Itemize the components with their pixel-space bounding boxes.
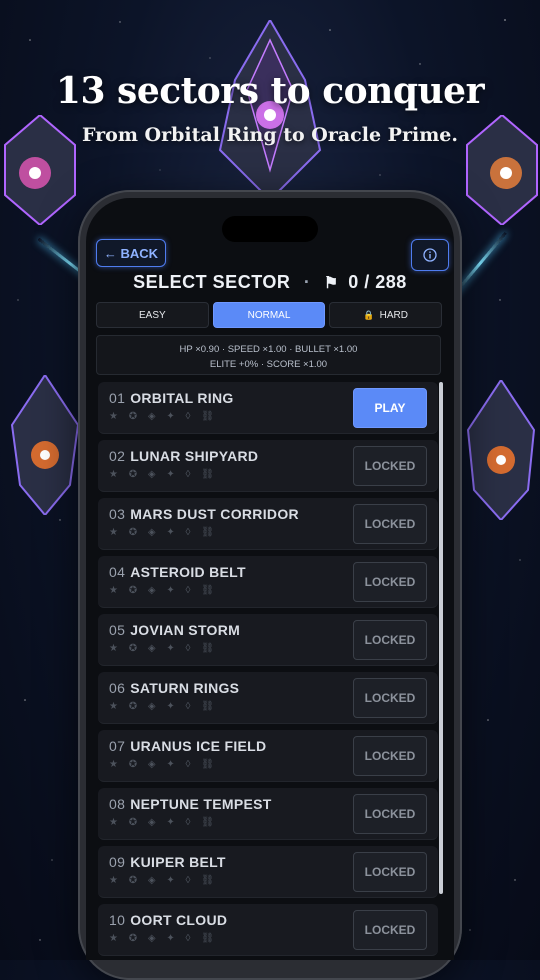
sector-row[interactable]: 04 ASTEROID BELT ★ ✪ ◈ ✦ ◊ ⛓ LOCKED	[98, 556, 438, 608]
difficulty-normal[interactable]: NORMAL	[212, 302, 326, 328]
sector-list-scrollbar[interactable]	[439, 382, 443, 894]
sector-row[interactable]: 03 MARS DUST CORRIDOR ★ ✪ ◈ ✦ ◊ ⛓ LOCKED	[98, 498, 438, 550]
sector-number: 08	[109, 796, 126, 812]
sector-name: NEPTUNE TEMPEST	[130, 796, 272, 812]
sector-row[interactable]: 05 JOVIAN STORM ★ ✪ ◈ ✦ ◊ ⛓ LOCKED	[98, 614, 438, 666]
locked-button[interactable]: LOCKED	[353, 620, 427, 660]
sector-medal-icons: ★ ✪ ◈ ✦ ◊ ⛓	[109, 411, 218, 422]
dynamic-island	[222, 216, 318, 242]
sector-number: 09	[109, 854, 126, 870]
sector-name: MARS DUST CORRIDOR	[130, 506, 299, 522]
sector-number: 05	[109, 622, 126, 638]
sector-title: 10 OORT CLOUD	[109, 912, 227, 928]
difficulty-hard[interactable]: 🔒 HARD	[329, 302, 443, 328]
difficulty-hard-label: HARD	[379, 309, 408, 321]
sector-title: 07 URANUS ICE FIELD	[109, 738, 266, 754]
info-icon	[423, 248, 437, 262]
sector-title: 06 SATURN RINGS	[109, 680, 239, 696]
sector-medal-icons: ★ ✪ ◈ ✦ ◊ ⛓	[109, 933, 218, 944]
sector-medal-icons: ★ ✪ ◈ ✦ ◊ ⛓	[109, 759, 218, 770]
sector-row[interactable]: 10 OORT CLOUD ★ ✪ ◈ ✦ ◊ ⛓ LOCKED	[98, 904, 438, 956]
locked-button[interactable]: LOCKED	[353, 678, 427, 718]
lock-icon: 🔒	[363, 309, 375, 320]
ship-mid-left	[10, 375, 80, 515]
modifiers-line-2: ELITE +0% · SCORE ×1.00	[209, 359, 328, 370]
difficulty-modifiers: HP ×0.90 · SPEED ×1.00 · BULLET ×1.00 EL…	[96, 335, 441, 375]
sector-medal-icons: ★ ✪ ◈ ✦ ◊ ⛓	[109, 643, 218, 654]
sector-name: KUIPER BELT	[130, 854, 226, 870]
sector-title: 03 MARS DUST CORRIDOR	[109, 506, 299, 522]
sector-row[interactable]: 06 SATURN RINGS ★ ✪ ◈ ✦ ◊ ⛓ LOCKED	[98, 672, 438, 724]
sector-row[interactable]: 01 ORBITAL RING ★ ✪ ◈ ✦ ◊ ⛓ PLAY	[98, 382, 438, 434]
locked-button[interactable]: LOCKED	[353, 852, 427, 892]
sector-title: 05 JOVIAN STORM	[109, 622, 240, 638]
sector-row[interactable]: 08 NEPTUNE TEMPEST ★ ✪ ◈ ✦ ◊ ⛓ LOCKED	[98, 788, 438, 840]
back-button[interactable]: ← BACK	[96, 239, 166, 267]
sector-title: 01 ORBITAL RING	[109, 390, 234, 406]
locked-button[interactable]: LOCKED	[353, 446, 427, 486]
sector-title: 04 ASTEROID BELT	[109, 564, 246, 580]
sector-name: ASTEROID BELT	[130, 564, 246, 580]
locked-button[interactable]: LOCKED	[353, 562, 427, 602]
sector-row[interactable]: 09 KUIPER BELT ★ ✪ ◈ ✦ ◊ ⛓ LOCKED	[98, 846, 438, 898]
promo-headline: 13 sectors to conquer	[55, 70, 485, 112]
sector-medal-icons: ★ ✪ ◈ ✦ ◊ ⛓	[109, 585, 218, 596]
phone-screen: ← BACK SELECT SECTOR · ⚑ 0 / 288 EASY NO…	[86, 198, 454, 960]
sector-number: 04	[109, 564, 126, 580]
sector-row[interactable]: 02 LUNAR SHIPYARD ★ ✪ ◈ ✦ ◊ ⛓ LOCKED	[98, 440, 438, 492]
modifiers-line-1: HP ×0.90 · SPEED ×1.00 · BULLET ×1.00	[179, 344, 358, 355]
difficulty-easy[interactable]: EASY	[96, 302, 209, 328]
screen-title-row: SELECT SECTOR · ⚑ 0 / 288	[86, 272, 454, 293]
sector-title: 09 KUIPER BELT	[109, 854, 226, 870]
promo-subheadline: From Orbital Ring to Oracle Prime.	[81, 124, 458, 146]
locked-button[interactable]: LOCKED	[353, 910, 427, 950]
locked-button[interactable]: LOCKED	[353, 736, 427, 776]
sector-number: 06	[109, 680, 126, 696]
locked-button[interactable]: LOCKED	[353, 794, 427, 834]
sector-medal-icons: ★ ✪ ◈ ✦ ◊ ⛓	[109, 527, 218, 538]
sector-row[interactable]: 07 URANUS ICE FIELD ★ ✪ ◈ ✦ ◊ ⛓ LOCKED	[98, 730, 438, 782]
sector-number: 03	[109, 506, 126, 522]
sector-number: 07	[109, 738, 126, 754]
sector-medal-icons: ★ ✪ ◈ ✦ ◊ ⛓	[109, 875, 218, 886]
info-button[interactable]	[411, 239, 449, 271]
flag-icon: ⚑	[323, 275, 339, 292]
sector-name: URANUS ICE FIELD	[130, 738, 267, 754]
sector-number: 02	[109, 448, 126, 464]
sector-name: ORBITAL RING	[130, 390, 234, 406]
play-button[interactable]: PLAY	[353, 388, 427, 428]
sector-medal-icons: ★ ✪ ◈ ✦ ◊ ⛓	[109, 817, 218, 828]
sector-medal-icons: ★ ✪ ◈ ✦ ◊ ⛓	[109, 469, 218, 480]
sector-number: 10	[109, 912, 126, 928]
locked-button[interactable]: LOCKED	[353, 504, 427, 544]
page-title: SELECT SECTOR	[133, 272, 291, 292]
sector-name: SATURN RINGS	[130, 680, 240, 696]
difficulty-selector: EASY NORMAL 🔒 HARD	[96, 302, 443, 328]
sector-name: OORT CLOUD	[130, 912, 228, 928]
sector-name: JOVIAN STORM	[130, 622, 241, 638]
title-separator: ·	[303, 272, 311, 292]
progress-counter: 0 / 288	[348, 272, 407, 292]
ship-mid-right	[466, 380, 536, 520]
sector-title: 08 NEPTUNE TEMPEST	[109, 796, 272, 812]
sector-name: LUNAR SHIPYARD	[130, 448, 259, 464]
sector-medal-icons: ★ ✪ ◈ ✦ ◊ ⛓	[109, 701, 218, 712]
sector-number: 01	[109, 390, 126, 406]
sector-title: 02 LUNAR SHIPYARD	[109, 448, 258, 464]
